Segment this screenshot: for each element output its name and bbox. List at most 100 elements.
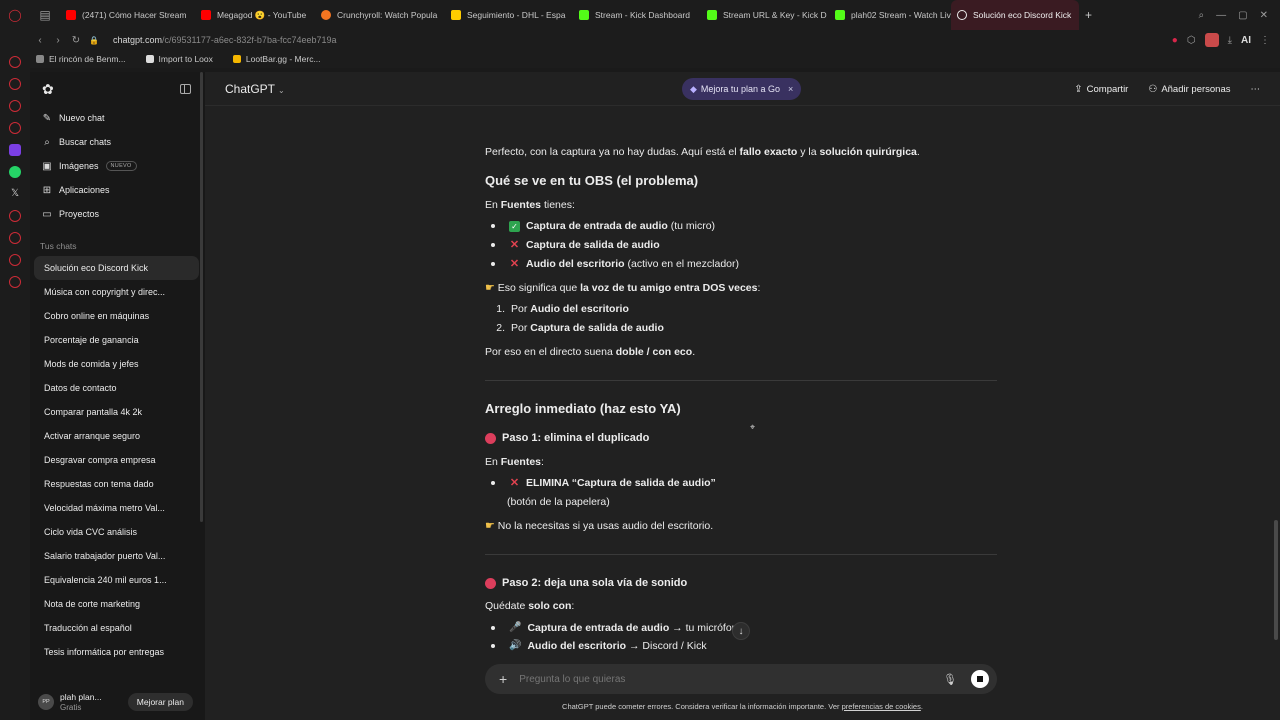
chat-history-item[interactable]: Tesis informática por entregas	[34, 640, 199, 664]
browser-tab[interactable]: (2471) Cómo Hacer Stream	[60, 0, 195, 30]
lock-icon: 🔒	[89, 35, 99, 45]
scroll-to-bottom-button[interactable]: ↓	[732, 622, 750, 640]
list-item: ✕ Captura de salida de audio	[491, 238, 660, 252]
chat-history-item[interactable]: Mods de comida y jefes	[34, 352, 199, 376]
share-button[interactable]: ⇪ Compartir	[1074, 84, 1128, 95]
extension-icon[interactable]: ●	[1172, 35, 1178, 46]
chat-history-item[interactable]: Nota de corte marketing	[34, 592, 199, 616]
new-tab-button[interactable]: +	[1079, 0, 1098, 30]
ai-button[interactable]: AI	[1241, 35, 1251, 46]
browser-tab[interactable]: plah02 Stream - Watch Liv	[829, 0, 951, 30]
prompt-input[interactable]	[519, 673, 920, 685]
chat-history-item[interactable]: Velocidad máxima metro Val...	[34, 496, 199, 520]
ordered-item: 1. Por Audio del escritorio	[496, 303, 629, 315]
dhl-icon	[451, 10, 461, 20]
share-icon: ⇪	[1074, 83, 1083, 95]
add-attachment-icon[interactable]: +	[499, 671, 507, 687]
history-icon[interactable]	[9, 210, 21, 222]
user-menu[interactable]: PP plah plan... Gratis Mejorar plan	[30, 684, 205, 720]
document-icon	[145, 55, 154, 63]
step-2-heading: Paso 2: deja una sola vía de sonido	[485, 576, 687, 590]
settings-icon[interactable]	[9, 276, 21, 288]
browser-tab[interactable]: Seguimiento - DHL - Espa	[445, 0, 573, 30]
chat-history-item[interactable]: Cobro online en máquinas	[34, 304, 199, 328]
stop-icon	[977, 676, 983, 682]
speed-dial-icon[interactable]	[9, 78, 21, 90]
download-icon[interactable]: ⤓	[1228, 35, 1232, 46]
profile-icon[interactable]	[1204, 33, 1219, 47]
chat-history-item[interactable]: Ciclo vida CVC análisis	[34, 520, 199, 544]
toolbar-icons: ● ⬡ ⤓ AI ⋮	[1172, 30, 1270, 50]
chat-history-item[interactable]: Desgravar compra empresa	[34, 448, 199, 472]
divider	[485, 554, 997, 555]
twitch-icon[interactable]	[9, 144, 21, 156]
openai-logo-icon[interactable]: ✿	[42, 81, 54, 98]
images-button[interactable]: ▣ Imágenes NUEVO	[30, 154, 205, 178]
chat-history-item[interactable]: Activar arranque seguro	[34, 424, 199, 448]
user-name: plah plan...	[60, 692, 102, 702]
add-people-button[interactable]: ⚇ Añadir personas	[1148, 84, 1230, 95]
heading-problem: Qué se ve en tu OBS (el problema)	[485, 173, 699, 188]
chat-history-item[interactable]: Música con copyright y direc...	[34, 280, 199, 304]
search-chats-button[interactable]: ⌕ Buscar chats	[30, 130, 205, 154]
opera-logo-icon[interactable]: ◯	[0, 0, 30, 30]
url-field[interactable]: chatgpt.com/c/69531177-a6ec-832f-b7ba-fc…	[113, 35, 337, 45]
whatsapp-icon[interactable]	[9, 166, 21, 178]
close-icon[interactable]: ×	[788, 84, 793, 94]
apps-button[interactable]: ⊞ Aplicaciones	[30, 178, 205, 202]
microphone-icon[interactable]: 🎙	[943, 673, 957, 686]
browser-tab[interactable]: Stream - Kick Dashboard	[573, 0, 701, 30]
close-icon[interactable]: ✕	[1260, 10, 1268, 21]
chat-history-item[interactable]: Equivalencia 240 mil euros 1...	[34, 568, 199, 592]
image-icon: ▣	[42, 160, 52, 172]
bookmark-item[interactable]: El rincón de Benm...	[36, 54, 126, 64]
pinboard-icon[interactable]	[9, 254, 21, 266]
model-selector[interactable]: ChatGPT ⌄	[225, 82, 285, 96]
bookmarks-icon[interactable]	[9, 232, 21, 244]
chat-history-item[interactable]: Traducción al español	[34, 616, 199, 640]
cross-icon: ✕	[509, 239, 520, 251]
bookmark-item[interactable]: Import to Loox	[145, 54, 213, 64]
divider	[485, 380, 997, 381]
puzzle-icon[interactable]: ⬡	[1187, 35, 1196, 46]
quedate-text: Quédate solo con:	[485, 600, 575, 612]
browser-tab-active[interactable]: Solución eco Discord Kick	[951, 0, 1079, 30]
upgrade-plan-button[interactable]: Mejorar plan	[127, 693, 193, 711]
close-sidebar-icon[interactable]	[180, 84, 191, 94]
search-icon[interactable]: ⌕	[1199, 10, 1205, 21]
x-twitter-icon[interactable]: 𝕏	[9, 188, 21, 200]
new-chat-button[interactable]: ✎ Nuevo chat	[30, 106, 205, 130]
chat-history-item[interactable]: Datos de contacto	[34, 376, 199, 400]
tab-menu-icon[interactable]: ▤	[30, 0, 60, 30]
chat-history-item[interactable]: Solución eco Discord Kick	[34, 256, 199, 280]
chat-scrollbar[interactable]	[1274, 520, 1278, 640]
reload-icon[interactable]: ↻	[67, 35, 85, 46]
chat-history-item[interactable]: Salario trabajador puerto Val...	[34, 544, 199, 568]
menu-icon[interactable]: ⋮	[1260, 35, 1270, 46]
upgrade-promo-pill[interactable]: ◆ Mejora tu plan a Go ×	[682, 78, 802, 100]
chat-history-item[interactable]: Respuestas con tema dado	[34, 472, 199, 496]
forward-icon[interactable]: ›	[49, 35, 67, 46]
stop-button[interactable]	[971, 670, 989, 688]
url-path: /c/69531177-a6ec-832f-b7ba-fcc74eeb719a	[162, 35, 337, 45]
person-add-icon: ⚇	[1148, 83, 1158, 95]
back-icon[interactable]: ‹	[31, 35, 49, 46]
maximize-icon[interactable]: ▢	[1238, 10, 1247, 21]
user-plan: Gratis	[60, 703, 82, 712]
browser-tab[interactable]: Stream URL & Key - Kick D	[701, 0, 829, 30]
music-icon[interactable]	[9, 122, 21, 134]
bookmark-label: El rincón de Benm...	[49, 54, 126, 64]
chat-history-item[interactable]: Porcentaje de ganancia	[34, 328, 199, 352]
cookie-preferences-link[interactable]: preferencias de cookies	[842, 702, 921, 711]
browser-tab[interactable]: Megagod 😮 - YouTube	[195, 0, 315, 30]
bookmark-icon	[36, 55, 44, 63]
minimize-icon[interactable]: —	[1216, 10, 1226, 21]
projects-button[interactable]: ▭ Proyectos	[30, 202, 205, 226]
chat-history-item[interactable]: Comparar pantalla 4k 2k	[34, 400, 199, 424]
more-options-button[interactable]: ⋯	[1251, 84, 1261, 95]
browser-tab[interactable]: Crunchyroll: Watch Popula	[315, 0, 445, 30]
messenger-icon[interactable]	[9, 100, 21, 112]
sidebar-scrollbar[interactable]	[200, 72, 203, 522]
bookmark-item[interactable]: LootBar.gg - Merc...	[232, 54, 321, 64]
aria-icon[interactable]	[9, 56, 21, 68]
